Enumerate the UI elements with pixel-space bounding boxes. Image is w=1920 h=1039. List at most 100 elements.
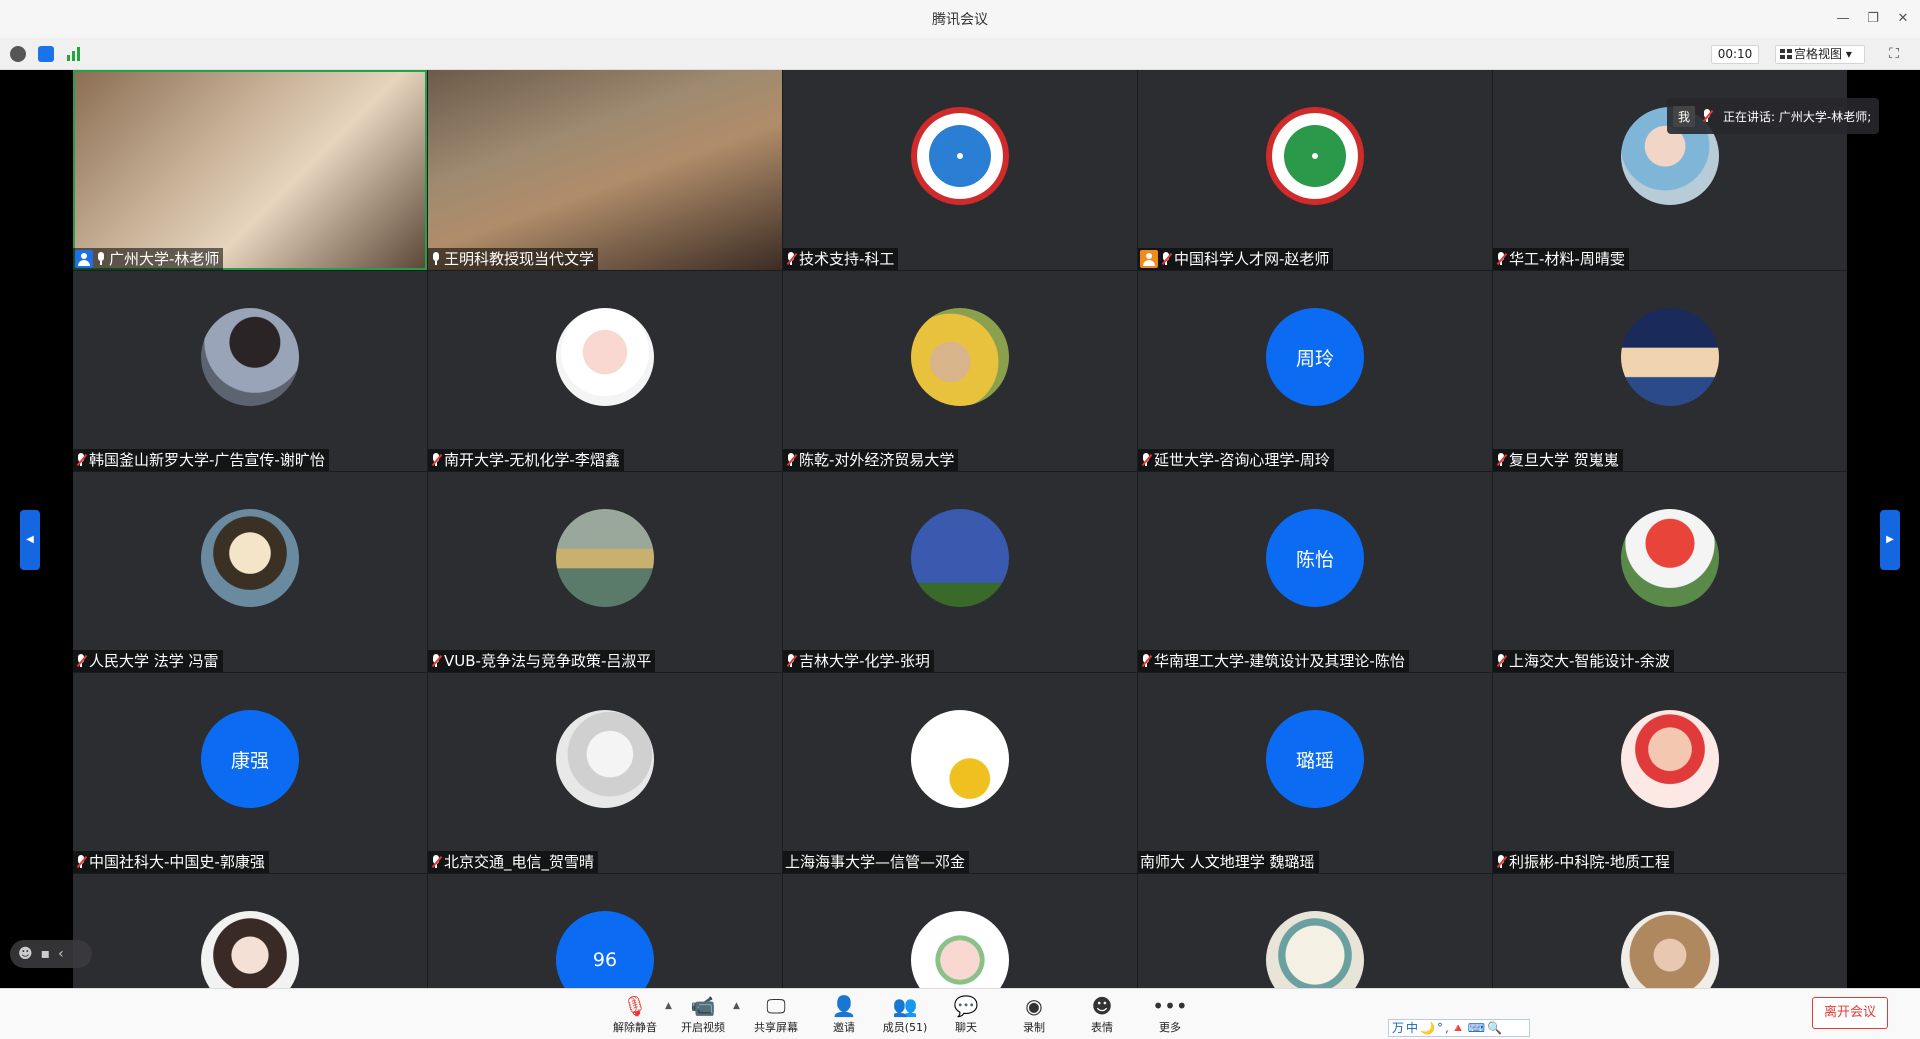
participant-tile[interactable] bbox=[73, 874, 427, 988]
cohost-badge-icon bbox=[1140, 250, 1158, 268]
participant-name: 利振彬-中科院-地质工程 bbox=[1509, 853, 1670, 871]
more-label: 更多 bbox=[1159, 1021, 1181, 1034]
participant-name-label: 王明科教授现当代文学 bbox=[428, 248, 599, 270]
participant-name: 人民大学 法学 冯雷 bbox=[89, 652, 219, 670]
participant-tile[interactable]: 陈乾-对外经济贸易大学 bbox=[783, 271, 1137, 471]
participant-tile[interactable] bbox=[783, 874, 1137, 988]
participant-name: 中国科学人才网-赵老师 bbox=[1174, 250, 1330, 268]
mic-muted-icon bbox=[1495, 654, 1508, 668]
collapse-arrow-icon[interactable]: ‹ bbox=[58, 946, 64, 962]
restore-icon[interactable]: ❐ bbox=[1862, 8, 1884, 30]
participant-tile[interactable]: 吉林大学-化学-张玥 bbox=[783, 472, 1137, 672]
participant-name: VUB-竞争法与竞争政策-吕淑平 bbox=[444, 652, 652, 670]
participant-avatar bbox=[1266, 107, 1364, 205]
minimize-icon[interactable]: — bbox=[1832, 8, 1854, 30]
participant-tile[interactable]: 王明科教授现当代文学 bbox=[428, 70, 782, 270]
participant-avatar bbox=[911, 308, 1009, 406]
chat-button[interactable]: 💬 聊天 bbox=[937, 993, 995, 1035]
mic-off-icon: 🎙 bbox=[622, 994, 648, 1018]
participant-tile[interactable]: 人民大学 法学 冯雷 bbox=[73, 472, 427, 672]
audio-options-caret-icon[interactable]: ▲ bbox=[665, 1001, 672, 1011]
participant-tile[interactable]: 陈怡华南理工大学-建筑设计及其理论-陈怡 bbox=[1138, 472, 1492, 672]
participant-avatar bbox=[1266, 911, 1364, 988]
participant-avatar bbox=[1621, 911, 1719, 988]
mic-muted-icon bbox=[785, 252, 798, 266]
mic-muted-icon bbox=[75, 453, 88, 467]
participant-tile[interactable]: 上海海事大学—信管—邓金 bbox=[783, 673, 1137, 873]
video-options-caret-icon[interactable]: ▲ bbox=[733, 1001, 740, 1011]
more-button[interactable]: ••• 更多 bbox=[1141, 993, 1199, 1035]
participant-tile[interactable]: VUB-竞争法与竞争政策-吕淑平 bbox=[428, 472, 782, 672]
mic-icon bbox=[430, 252, 442, 266]
participant-tile[interactable]: 中国科学人才网-赵老师 bbox=[1138, 70, 1492, 270]
mic-muted-icon bbox=[1140, 654, 1153, 668]
host-badge-icon bbox=[75, 250, 93, 268]
participant-name-label: 人民大学 法学 冯雷 bbox=[73, 650, 223, 672]
unmute-label: 解除静音 bbox=[613, 1021, 657, 1034]
participant-tile[interactable]: 复旦大学 贺嵬嵬 bbox=[1493, 271, 1847, 471]
share-screen-icon: 🖵 bbox=[766, 994, 786, 1018]
participant-tile[interactable]: 璐瑶 南师大 人文地理学 魏璐瑶 bbox=[1138, 673, 1492, 873]
mic-muted-icon bbox=[785, 654, 798, 668]
members-button[interactable]: 👥 成员(51) bbox=[876, 993, 934, 1035]
share-screen-button[interactable]: 🖵 共享屏幕 bbox=[747, 993, 805, 1035]
record-label: 录制 bbox=[1023, 1021, 1045, 1034]
participant-avatar: 陈怡 bbox=[1266, 509, 1364, 607]
participant-tile[interactable]: 南开大学-无机化学-李熠鑫 bbox=[428, 271, 782, 471]
shield-icon[interactable] bbox=[38, 46, 54, 62]
participant-tile[interactable]: 96 bbox=[428, 874, 782, 988]
info-icon[interactable] bbox=[10, 46, 26, 62]
leave-meeting-button[interactable]: 离开会议 bbox=[1812, 997, 1888, 1029]
participant-name-label: 韩国釜山新罗大学-广告宣传-谢旷怡 bbox=[73, 449, 329, 471]
participant-tile[interactable]: 上海交大-智能设计-余波 bbox=[1493, 472, 1847, 672]
participant-avatar: 康强 bbox=[201, 710, 299, 808]
participant-tile[interactable] bbox=[1493, 874, 1847, 988]
participant-name: 王明科教授现当代文学 bbox=[444, 250, 595, 268]
self-mic-muted-icon bbox=[1701, 109, 1714, 123]
close-icon[interactable]: ✕ bbox=[1892, 8, 1914, 30]
window-title: 腾讯会议 bbox=[932, 12, 988, 28]
grid-view-label: 宫格视图 bbox=[1794, 47, 1843, 61]
mic-muted-icon bbox=[430, 855, 443, 869]
participant-tile[interactable]: 周玲 延世大学-咨询心理学-周玲 bbox=[1138, 271, 1492, 471]
participant-tile[interactable]: 利振彬-中科院-地质工程 bbox=[1493, 673, 1847, 873]
participant-name: 南师大 人文地理学 魏璐瑶 bbox=[1140, 853, 1315, 871]
participant-name-label: 华工-材料-周晴雯 bbox=[1493, 248, 1629, 270]
mic-muted-icon bbox=[75, 855, 88, 869]
invite-button[interactable]: 👤 邀请 bbox=[815, 993, 873, 1035]
ime-status-bar[interactable]: 万中🌙°,🔺⌨🔍 bbox=[1388, 1019, 1530, 1037]
grid-icon bbox=[1780, 49, 1792, 59]
participant-name: 华南理工大学-建筑设计及其理论-陈怡 bbox=[1154, 652, 1405, 670]
unmute-button[interactable]: 🎙 解除静音 bbox=[606, 993, 664, 1035]
participant-name-label: 吉林大学-化学-张玥 bbox=[783, 650, 934, 672]
participant-tile[interactable] bbox=[1138, 874, 1492, 988]
smiley-icon: ☻ bbox=[1091, 994, 1113, 1018]
participant-avatar bbox=[911, 911, 1009, 988]
start-video-button[interactable]: 📹 开启视频 bbox=[674, 993, 732, 1035]
record-button[interactable]: ◉ 录制 bbox=[1005, 993, 1063, 1035]
participant-name: 吉林大学-化学-张玥 bbox=[799, 652, 930, 670]
fullscreen-icon[interactable]: ⛶ bbox=[1886, 46, 1902, 62]
emoji-face-icon[interactable]: ☻ bbox=[18, 946, 33, 962]
mic-muted-icon bbox=[1495, 855, 1508, 869]
mic-muted-icon bbox=[75, 654, 88, 668]
participant-name-label: VUB-竞争法与竞争政策-吕淑平 bbox=[428, 650, 656, 672]
participant-name: 上海海事大学—信管—邓金 bbox=[785, 853, 966, 871]
participant-avatar bbox=[1621, 308, 1719, 406]
participant-tile[interactable]: 北京交通_电信_贺雪晴 bbox=[428, 673, 782, 873]
participant-tile[interactable]: 康强中国社科大-中国史-郭康强 bbox=[73, 673, 427, 873]
participant-tile[interactable]: 韩国釜山新罗大学-广告宣传-谢旷怡 bbox=[73, 271, 427, 471]
add-user-icon: 👤 bbox=[831, 994, 857, 1018]
grid-view-button[interactable]: 宫格视图 ▾ bbox=[1775, 45, 1865, 64]
mic-muted-icon bbox=[785, 453, 798, 467]
chat-bubble-icon[interactable]: ▪ bbox=[41, 946, 51, 962]
participant-name-label: 中国社科大-中国史-郭康强 bbox=[73, 851, 269, 873]
next-page-button[interactable]: ▶ bbox=[1880, 510, 1900, 570]
participant-tile[interactable]: 广州大学-林老师 bbox=[73, 70, 427, 270]
previous-page-button[interactable]: ◀ bbox=[20, 510, 40, 570]
participant-avatar bbox=[556, 710, 654, 808]
speaking-indicator: 我 正在讲话: 广州大学-林老师; bbox=[1667, 98, 1880, 134]
emoji-button[interactable]: ☻ 表情 bbox=[1073, 993, 1131, 1035]
signal-icon[interactable] bbox=[66, 46, 82, 62]
participant-tile[interactable]: 技术支持-科工 bbox=[783, 70, 1137, 270]
